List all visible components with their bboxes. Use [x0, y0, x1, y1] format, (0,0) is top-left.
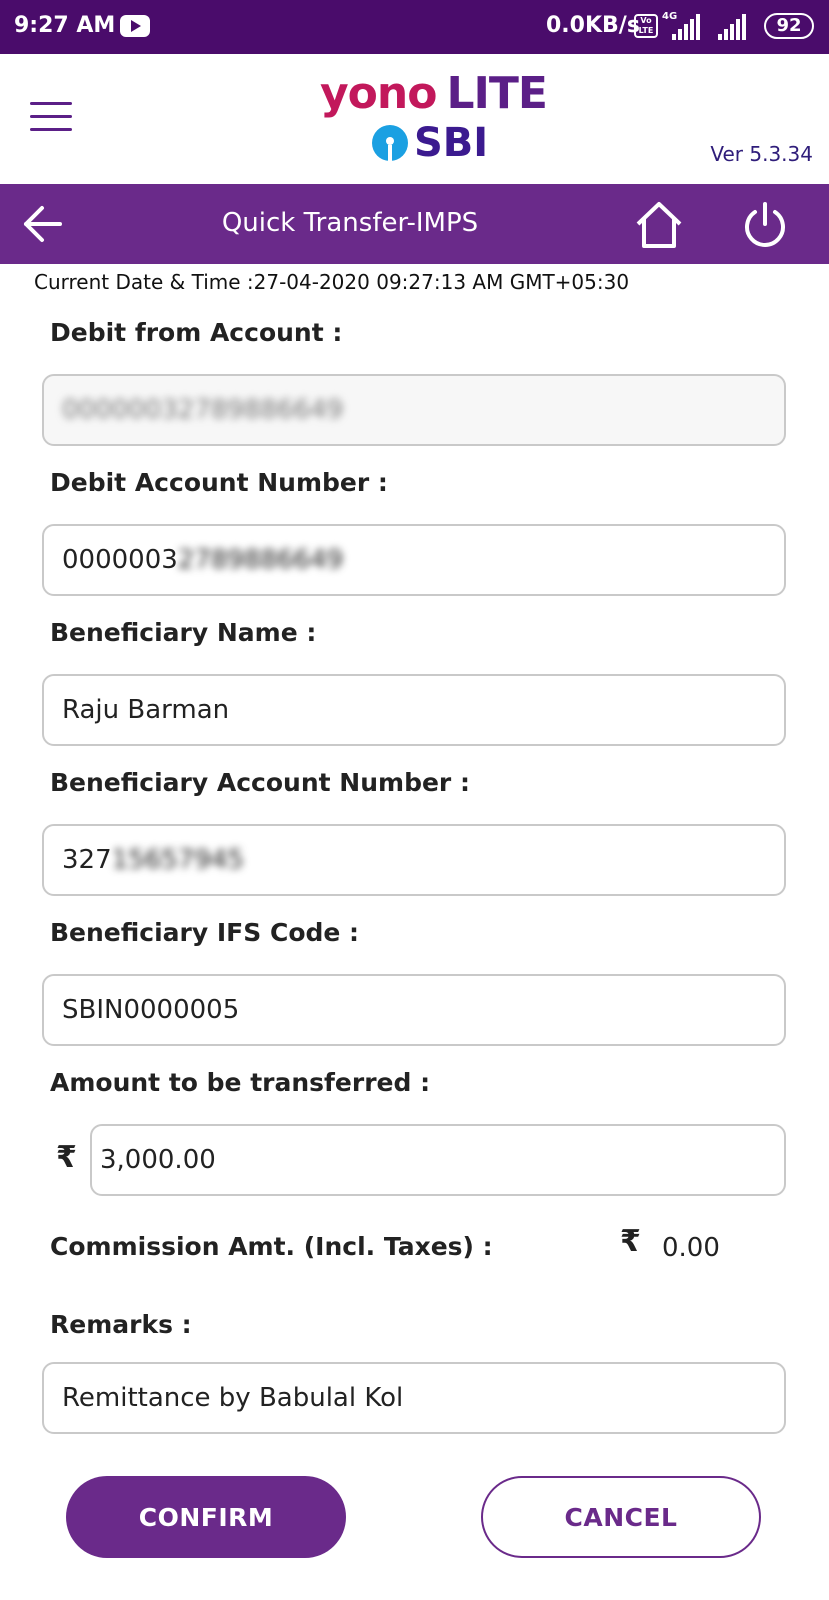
commission-value: 0.00: [662, 1233, 720, 1263]
battery-icon: 92: [764, 13, 814, 39]
status-bar: 9:27 AM 0.0KB/s Vo LTE 4G 92: [0, 0, 829, 54]
network-speed: 0.0KB/s: [546, 13, 640, 38]
commission-label: Commission Amt. (Incl. Taxes) :: [50, 1232, 493, 1261]
debit-account-number-label: Debit Account Number :: [50, 468, 388, 497]
volte-icon: Vo LTE: [634, 14, 658, 38]
beneficiary-ifs-code-label: Beneficiary IFS Code :: [50, 918, 360, 947]
beneficiary-account-number-field[interactable]: 327 15657945: [42, 824, 786, 896]
status-time: 9:27 AM: [14, 13, 116, 38]
app-version: Ver 5.3.34: [710, 142, 813, 166]
sbi-logo-icon: [372, 125, 408, 161]
beneficiary-account-number-label: Beneficiary Account Number :: [50, 768, 470, 797]
remarks-input[interactable]: Remittance by Babulal Kol: [42, 1362, 786, 1434]
beneficiary-name-value: Raju Barman: [62, 695, 230, 725]
beneficiary-ifs-code-value: SBIN0000005: [62, 995, 240, 1025]
debit-from-account-field[interactable]: 00000032789886649: [42, 374, 786, 446]
beneficiary-account-number-value-masked: 15657945: [111, 845, 244, 875]
title-bar: Quick Transfer-IMPS: [0, 184, 829, 264]
signal-strength-icon: [666, 14, 706, 40]
beneficiary-ifs-code-field[interactable]: SBIN0000005: [42, 974, 786, 1046]
youtube-notification-icon: [120, 15, 150, 37]
debit-account-number-field[interactable]: 0000003 2789886649: [42, 524, 786, 596]
sbi-logo: SBI: [372, 120, 488, 166]
page-title: Quick Transfer-IMPS: [221, 208, 479, 238]
yono-lite-logo: yono LITE: [320, 68, 548, 119]
remarks-label: Remarks :: [50, 1310, 192, 1339]
beneficiary-name-field[interactable]: Raju Barman: [42, 674, 786, 746]
beneficiary-account-number-value: 327: [62, 845, 112, 875]
debit-from-account-label: Debit from Account :: [50, 318, 343, 347]
debit-account-number-value-masked: 2789886649: [177, 545, 344, 575]
rupee-icon: ₹: [56, 1140, 77, 1175]
hamburger-menu-icon[interactable]: [30, 102, 74, 134]
confirm-button[interactable]: CONFIRM: [66, 1476, 346, 1558]
debit-from-account-value: 00000032789886649: [62, 395, 344, 425]
beneficiary-name-label: Beneficiary Name :: [50, 618, 317, 647]
debit-account-number-value: 0000003: [62, 545, 178, 575]
rupee-icon-commission: ₹: [620, 1224, 641, 1259]
amount-input[interactable]: 3,000.00: [90, 1124, 786, 1196]
power-logout-icon[interactable]: [740, 200, 790, 250]
signal-strength-icon-sim2: [712, 14, 752, 40]
app-header: yono LITE SBI Ver 5.3.34: [0, 54, 829, 184]
home-icon[interactable]: [634, 200, 684, 250]
current-datetime: Current Date & Time :27-04-2020 09:27:13…: [34, 270, 630, 294]
amount-value: 3,000.00: [100, 1145, 216, 1175]
amount-label: Amount to be transferred :: [50, 1068, 431, 1097]
cancel-button[interactable]: CANCEL: [481, 1476, 761, 1558]
remarks-value: Remittance by Babulal Kol: [62, 1383, 404, 1413]
